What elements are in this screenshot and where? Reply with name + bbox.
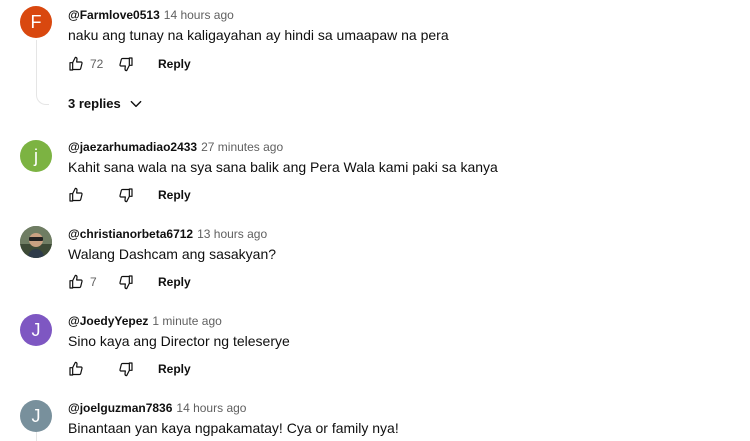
like-count: 7 [90,275,97,289]
dislike-icon[interactable] [118,274,134,290]
comment-timestamp[interactable]: 14 hours ago [176,401,246,415]
reply-button[interactable]: Reply [158,275,191,289]
dislike-icon[interactable] [118,56,134,72]
reply-button[interactable]: Reply [158,362,191,376]
avatar[interactable]: J [20,314,52,346]
comment-timestamp[interactable]: 14 hours ago [164,8,234,22]
avatar[interactable]: F [20,6,52,38]
comment-text: Kahit sana wala na sya sana balik ang Pe… [68,159,498,175]
reply-button[interactable]: Reply [158,188,191,202]
like-icon[interactable] [68,56,84,72]
comment-text: Walang Dashcam ang sasakyan? [68,246,277,262]
avatar[interactable] [20,226,52,258]
replies-toggle-button[interactable]: 3 replies [68,96,143,111]
comment-author[interactable]: @christianorbeta6712 [68,227,193,241]
replies-count-label: 3 replies [68,96,121,111]
dislike-icon[interactable] [118,187,134,203]
avatar-photo-icon [20,226,52,258]
comment-text: Binantaan yan kaya ngpakamatay! Cya or f… [68,420,399,436]
reply-button[interactable]: Reply [158,57,191,71]
comments-section: F @Farmlove0513 14 hours ago naku ang tun… [0,0,750,441]
comment-author[interactable]: @joelguzman7836 [68,401,172,415]
chevron-down-icon [129,97,143,111]
avatar[interactable]: j [20,140,52,172]
comment-timestamp[interactable]: 13 hours ago [197,227,267,241]
comment-timestamp[interactable]: 1 minute ago [152,314,221,328]
thread-connector [36,40,49,105]
avatar[interactable]: J [20,400,52,432]
comment-text: naku ang tunay na kaligayahan ay hindi s… [68,27,449,43]
comment-timestamp[interactable]: 27 minutes ago [201,140,283,154]
thread-connector [36,432,37,441]
comment-author[interactable]: @jaezarhumadiao2433 [68,140,197,154]
like-icon[interactable] [68,361,84,377]
comment-author[interactable]: @Farmlove0513 [68,8,160,22]
like-count: 72 [90,57,104,71]
like-icon[interactable] [68,187,84,203]
like-icon[interactable] [68,274,84,290]
comment-text: Sino kaya ang Director ng teleserye [68,333,290,349]
comment-author[interactable]: @JoedyYepez [68,314,148,328]
dislike-icon[interactable] [118,361,134,377]
